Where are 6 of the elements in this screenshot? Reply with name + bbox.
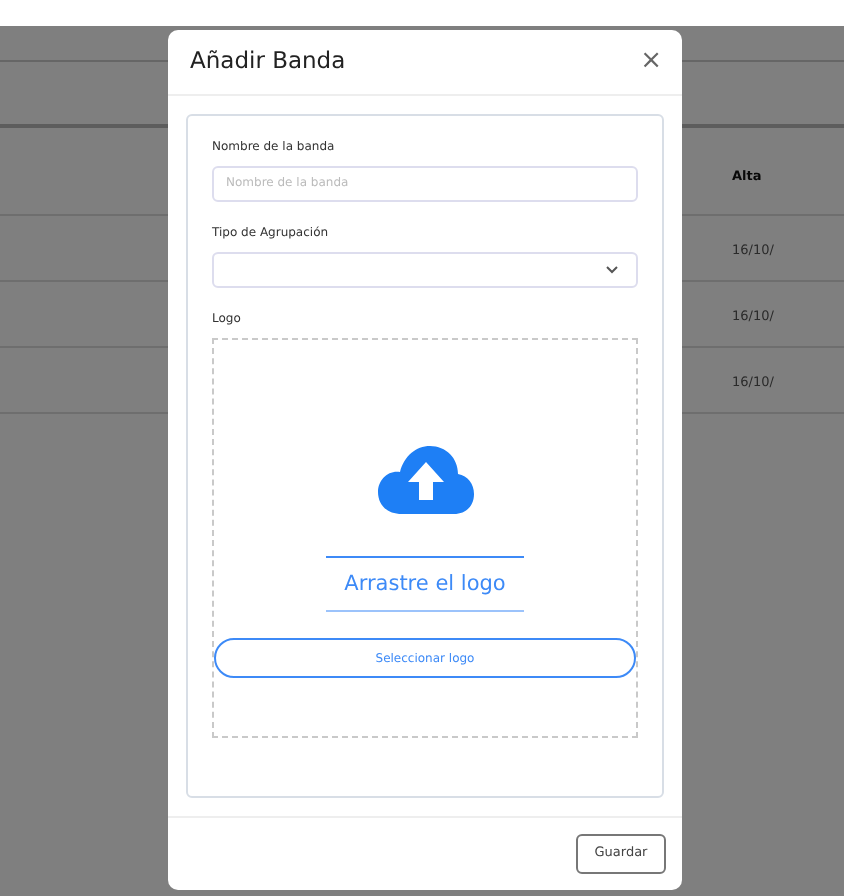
select-field[interactable] [212,251,638,288]
drop-hint: Arrastre el logo [326,555,524,613]
chevron-down-icon [606,265,618,274]
modal-title: Añadir Banda [190,47,346,76]
close-button[interactable]: × [640,48,662,75]
cloud-upload-icon [377,445,473,514]
